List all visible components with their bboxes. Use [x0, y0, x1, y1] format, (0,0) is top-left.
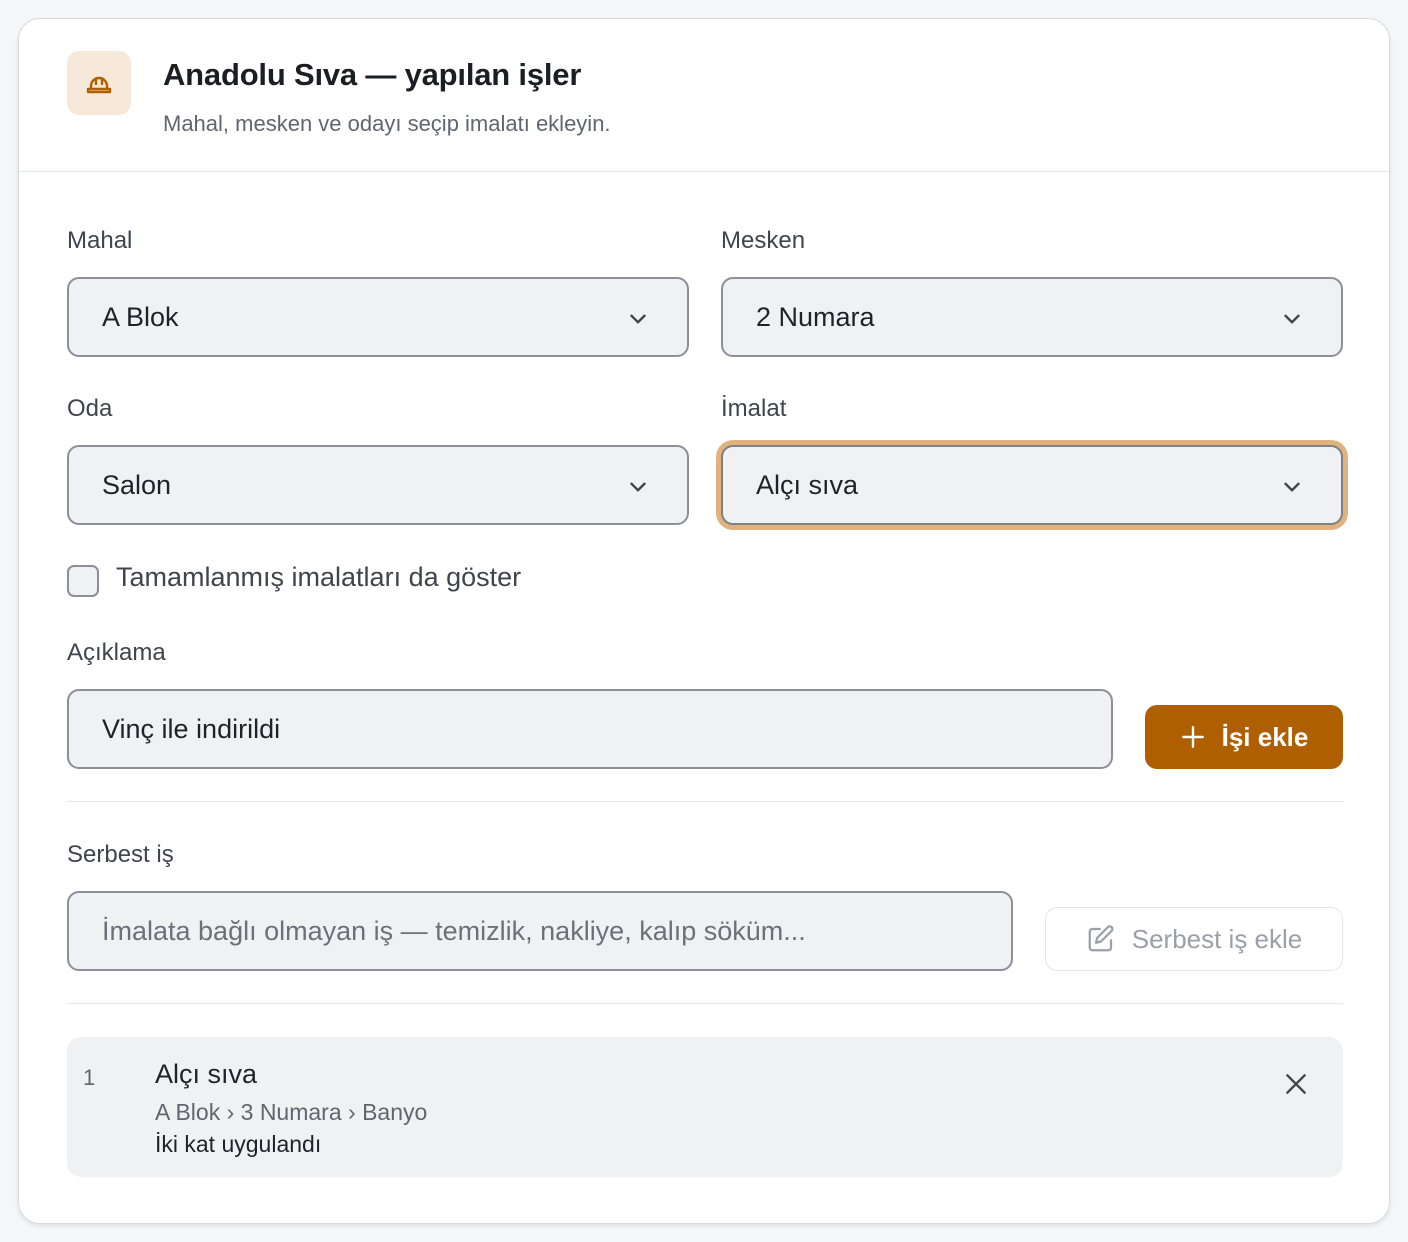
page-title: Anadolu Sıva — yapılan işler — [163, 57, 582, 92]
section-divider — [67, 1003, 1343, 1004]
oda-label: Oda — [67, 395, 113, 422]
job-title: Alçı sıva — [155, 1059, 258, 1089]
chevron-down-icon — [630, 482, 646, 492]
mesken-select[interactable]: 2 Numara — [721, 277, 1343, 357]
aciklama-input[interactable] — [67, 689, 1113, 769]
mahal-label: Mahal — [67, 227, 133, 254]
edit-icon — [1088, 925, 1114, 952]
job-note: İki kat uygulandı — [155, 1131, 322, 1157]
mesken-label: Mesken — [721, 227, 806, 254]
aciklama-label: Açıklama — [67, 639, 166, 666]
card-header: Anadolu Sıva — yapılan işler Mahal, mesk… — [19, 19, 1389, 172]
add-job-button-label: İşi ekle — [1221, 721, 1309, 752]
oda-select-value: Salon — [102, 469, 172, 500]
mesken-select-value: 2 Numara — [756, 301, 875, 332]
show-completed-label[interactable]: Tamamlanmış imalatları da göster — [116, 562, 521, 593]
imalat-label: İmalat — [721, 395, 787, 422]
job-index: 1 — [83, 1065, 96, 1090]
free-job-label: Serbest iş — [67, 841, 174, 868]
chevron-down-icon — [1284, 314, 1300, 324]
job-location-path: A Blok › 3 Numara › Banyo — [155, 1099, 428, 1125]
close-icon[interactable] — [1283, 1071, 1309, 1097]
page-subtitle: Mahal, mesken ve odayı seçip imalatı ekl… — [163, 111, 611, 136]
work-entry-card: Anadolu Sıva — yapılan işler Mahal, mesk… — [18, 18, 1390, 1224]
oda-select[interactable]: Salon — [67, 445, 689, 525]
add-free-job-button[interactable]: Serbest iş ekle — [1045, 907, 1343, 971]
list-item: 1 Alçı sıva A Blok › 3 Numara › Banyo İk… — [67, 1037, 1343, 1177]
add-free-job-button-label: Serbest iş ekle — [1131, 923, 1303, 954]
show-completed-checkbox[interactable] — [67, 565, 99, 597]
imalat-select[interactable]: Alçı sıva — [721, 445, 1343, 525]
free-job-input[interactable] — [67, 891, 1013, 971]
hard-hat-icon — [67, 51, 131, 115]
plus-icon — [1181, 726, 1204, 748]
imalat-select-value: Alçı sıva — [756, 469, 859, 500]
mahal-select[interactable]: A Blok — [67, 277, 689, 357]
section-divider — [67, 801, 1343, 802]
chevron-down-icon — [1284, 482, 1300, 492]
add-job-button[interactable]: İşi ekle — [1145, 705, 1343, 769]
chevron-down-icon — [630, 314, 646, 324]
mahal-select-value: A Blok — [102, 301, 179, 332]
